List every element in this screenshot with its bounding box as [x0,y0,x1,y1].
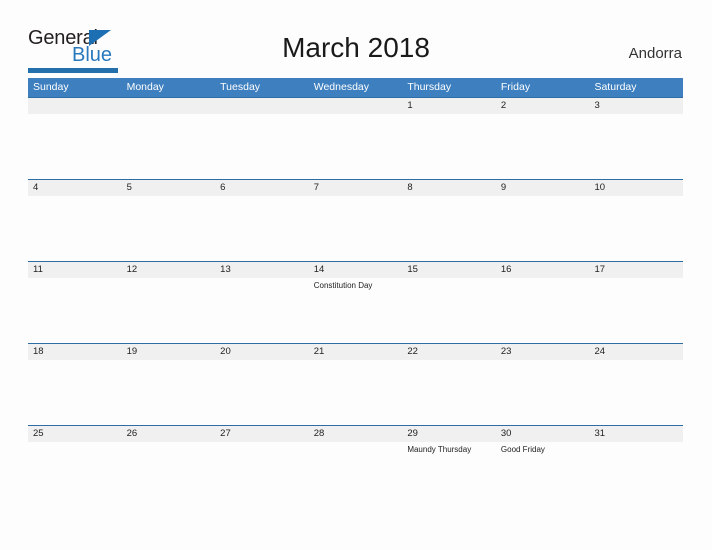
day-event [122,360,216,425]
weekday-friday: Friday [500,81,531,93]
day-number[interactable]: 21 [309,344,403,360]
day-event [496,360,590,425]
day-event [122,442,216,507]
day-number[interactable]: 13 [215,262,309,278]
day-number[interactable] [309,98,403,114]
weekday-saturday: Saturday [594,81,637,93]
day-event [122,196,216,261]
day-number[interactable]: 6 [215,180,309,196]
day-event [215,114,309,179]
day-event [496,278,590,343]
calendar-week-row: 1 2 3 [28,97,683,179]
day-event [402,360,496,425]
day-event [215,196,309,261]
week-dates-band: 11 12 13 14 15 16 17 [28,261,683,278]
day-event [215,442,309,507]
calendar-week-row: 18 19 20 21 22 23 24 [28,343,683,425]
logo-underline-bar [28,68,118,73]
day-event [122,114,216,179]
day-number[interactable]: 12 [122,262,216,278]
day-number[interactable] [122,98,216,114]
day-event [402,196,496,261]
weekday-header-row: Sunday Monday Tuesday Wednesday Thursday… [28,78,683,97]
day-number[interactable]: 9 [496,180,590,196]
week-events-band [28,114,683,179]
calendar-week-row: 25 26 27 28 29 30 31 Maundy Thursday Goo… [28,425,683,507]
day-number[interactable]: 4 [28,180,122,196]
day-event [309,360,403,425]
day-event [309,114,403,179]
day-number[interactable]: 17 [589,262,683,278]
week-dates-band: 4 5 6 7 8 9 10 [28,179,683,196]
day-event [402,114,496,179]
calendar-week-row: 4 5 6 7 8 9 10 [28,179,683,261]
day-event [309,196,403,261]
day-number[interactable]: 11 [28,262,122,278]
week-events-band [28,360,683,425]
day-number[interactable] [215,98,309,114]
day-number[interactable]: 1 [402,98,496,114]
day-event [28,278,122,343]
day-number[interactable]: 10 [589,180,683,196]
day-event [589,278,683,343]
week-events-band: Constitution Day [28,278,683,343]
week-dates-band: 18 19 20 21 22 23 24 [28,343,683,360]
weekday-tuesday: Tuesday [220,81,261,93]
day-number[interactable]: 2 [496,98,590,114]
day-number[interactable]: 16 [496,262,590,278]
day-event [496,114,590,179]
week-events-band [28,196,683,261]
day-event [589,360,683,425]
day-event: Constitution Day [313,281,373,290]
page-header: General Blue March 2018 Andorra [0,0,712,76]
calendar-week-row: 11 12 13 14 15 16 17 Constitution Day [28,261,683,343]
calendar-page: General Blue March 2018 Andorra Sunday M… [0,0,712,550]
weekday-sunday: Sunday [33,81,69,93]
day-event [309,442,403,507]
day-event [122,278,216,343]
day-event [589,114,683,179]
day-number[interactable]: 27 [215,426,309,442]
day-number[interactable]: 7 [309,180,403,196]
week-dates-band: 25 26 27 28 29 30 31 [28,425,683,442]
day-number[interactable]: 30 [496,426,590,442]
day-event [28,360,122,425]
day-number[interactable]: 31 [589,426,683,442]
day-number[interactable]: 23 [496,344,590,360]
country-label: Andorra [628,45,682,62]
day-event [496,196,590,261]
weekday-monday: Monday [126,81,164,93]
day-event [402,278,496,343]
day-number[interactable]: 8 [402,180,496,196]
day-event [215,360,309,425]
week-dates-band: 1 2 3 [28,97,683,114]
day-number[interactable]: 28 [309,426,403,442]
day-number[interactable]: 24 [589,344,683,360]
calendar-grid: Sunday Monday Tuesday Wednesday Thursday… [28,78,683,507]
weekday-thursday: Thursday [407,81,452,93]
page-title: March 2018 [282,32,430,63]
day-event: Maundy Thursday [407,445,472,454]
day-number[interactable]: 26 [122,426,216,442]
day-number[interactable]: 18 [28,344,122,360]
day-number[interactable] [28,98,122,114]
day-number[interactable]: 29 [402,426,496,442]
day-event: Good Friday [500,445,545,454]
day-event [589,196,683,261]
day-number[interactable]: 20 [215,344,309,360]
day-event [589,442,683,507]
week-events-band: Maundy Thursday Good Friday [28,442,683,507]
day-number[interactable]: 19 [122,344,216,360]
day-event [28,196,122,261]
day-event [28,442,122,507]
day-number[interactable]: 14 [309,262,403,278]
day-number[interactable]: 15 [402,262,496,278]
day-event [215,278,309,343]
day-number[interactable]: 22 [402,344,496,360]
day-event [28,114,122,179]
day-number[interactable]: 3 [589,98,683,114]
day-number[interactable]: 25 [28,426,122,442]
weekday-wednesday: Wednesday [313,81,369,93]
day-number[interactable]: 5 [122,180,216,196]
